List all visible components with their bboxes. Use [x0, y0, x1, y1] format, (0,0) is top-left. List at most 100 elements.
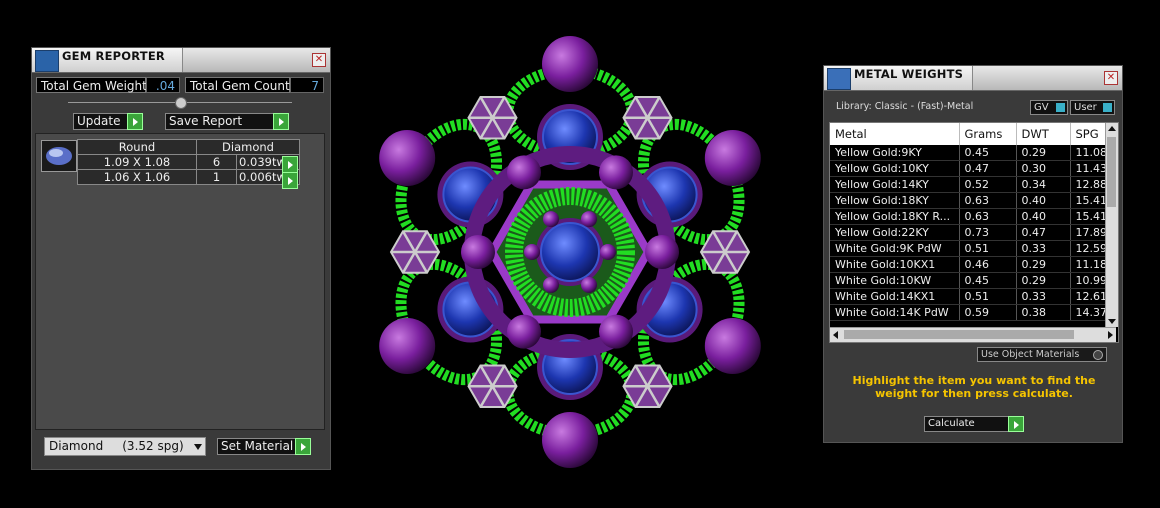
- table-row[interactable]: White Gold:14KX1 0.51 0.33 12.61: [830, 288, 1116, 305]
- metal-name: White Gold:10KW: [830, 272, 960, 289]
- medium-bead: [507, 314, 541, 349]
- close-icon[interactable]: ✕: [1104, 71, 1118, 85]
- save-report-label: Save Report: [169, 114, 243, 128]
- use-object-materials-label: Use Object Materials: [981, 349, 1080, 360]
- gem-reporter-icon: [35, 50, 59, 72]
- grams-value: 0.52: [959, 176, 1017, 193]
- purple-bead: [704, 318, 761, 374]
- grams-column-header[interactable]: Grams: [959, 123, 1017, 145]
- jewelry-render: [379, 36, 761, 468]
- table-row[interactable]: Yellow Gold:14KY 0.52 0.34 12.88: [830, 176, 1116, 193]
- grams-value: 0.51: [959, 288, 1017, 305]
- chevron-down-icon: [194, 444, 202, 450]
- table-row[interactable]: White Gold:14K PdW 0.59 0.38 14.37: [830, 304, 1116, 321]
- table-row[interactable]: Yellow Gold:10KY 0.47 0.30 11.43: [830, 160, 1116, 177]
- metal-weights-titlebar[interactable]: METAL WEIGHTS ✕: [824, 66, 1122, 91]
- update-label: Update: [77, 114, 121, 128]
- small-bead: [524, 244, 540, 260]
- table-row[interactable]: 1.09 X 1.08 6 0.039tw: [77, 154, 300, 170]
- dwt-value: 0.29: [1016, 256, 1071, 273]
- gem-row-go-button[interactable]: [282, 156, 298, 173]
- play-icon: [295, 438, 311, 455]
- gem-count: 6: [195, 154, 238, 170]
- use-object-materials-toggle[interactable]: Use Object Materials: [977, 347, 1107, 362]
- metal-column-header[interactable]: Metal: [830, 123, 960, 145]
- purple-bead: [542, 36, 598, 92]
- dwt-value: 0.30: [1016, 160, 1071, 177]
- gem-thumbnail[interactable]: [41, 140, 77, 172]
- table-row[interactable]: White Gold:10KW 0.45 0.29 10.99: [830, 272, 1116, 289]
- toggle-indicator: [1056, 103, 1065, 112]
- chevron-left-icon[interactable]: [833, 331, 838, 339]
- metal-name: Yellow Gold:18KY R...: [830, 208, 960, 225]
- gem-weight: 0.006tw: [239, 170, 286, 184]
- center-gem: [540, 222, 600, 282]
- small-bead: [581, 276, 597, 293]
- metal-name: Yellow Gold:9KY: [830, 145, 960, 161]
- dwt-value: 0.33: [1016, 288, 1071, 305]
- vertical-scrollbar[interactable]: [1105, 123, 1118, 327]
- dwt-value: 0.47: [1016, 224, 1071, 241]
- table-row[interactable]: Yellow Gold:18KY R... 0.63 0.40 15.41: [830, 208, 1116, 225]
- total-gem-count-value: 7: [290, 77, 324, 93]
- play-icon: [273, 113, 289, 130]
- set-material-label: Set Material: [221, 439, 294, 453]
- gem-row-go-button[interactable]: [282, 172, 298, 189]
- gem-size: 1.06 X 1.06: [77, 169, 197, 185]
- purple-bead: [704, 130, 761, 186]
- calculate-button[interactable]: Calculate: [924, 416, 1024, 432]
- gv-toggle[interactable]: GV: [1030, 100, 1068, 115]
- dwt-value: 0.33: [1016, 240, 1071, 257]
- jewelry-ring: [379, 36, 761, 468]
- medium-bead: [599, 314, 633, 349]
- total-gem-weight-label: Total Gem Weight: [36, 77, 147, 93]
- dwt-value: 0.40: [1016, 208, 1071, 225]
- chevron-down-icon[interactable]: [1108, 319, 1116, 324]
- metal-name: Yellow Gold:18KY: [830, 192, 960, 209]
- chevron-up-icon[interactable]: [1108, 126, 1116, 131]
- grams-value: 0.51: [959, 240, 1017, 257]
- material-select[interactable]: Diamond (3.52 spg): [44, 437, 206, 456]
- horizontal-scrollbar[interactable]: [830, 327, 1116, 342]
- medium-bead: [461, 235, 495, 269]
- grams-value: 0.63: [959, 192, 1017, 209]
- table-row[interactable]: 1.06 X 1.06 1 0.006tw: [77, 169, 300, 185]
- scrollbar-thumb[interactable]: [844, 330, 1074, 339]
- table-row[interactable]: Yellow Gold:22KY 0.73 0.47 17.89: [830, 224, 1116, 241]
- gem-reporter-panel: GEM REPORTER ✕ Total Gem Weight .04 Tota…: [31, 47, 331, 470]
- table-row[interactable]: Yellow Gold:9KY 0.45 0.29 11.08: [830, 145, 1116, 161]
- table-row[interactable]: White Gold:9K PdW 0.51 0.33 12.59: [830, 240, 1116, 257]
- medium-bead: [599, 155, 633, 190]
- small-bead: [543, 211, 559, 228]
- gem-reporter-titlebar[interactable]: GEM REPORTER ✕: [32, 48, 330, 73]
- dwt-column-header[interactable]: DWT: [1016, 123, 1071, 145]
- chevron-right-icon[interactable]: [1108, 331, 1113, 339]
- purple-bead: [379, 318, 436, 374]
- material-select-value: Diamond (3.52 spg): [49, 439, 184, 453]
- metal-weights-panel: METAL WEIGHTS ✕ Library: Classic - (Fast…: [823, 65, 1123, 443]
- medium-bead: [507, 155, 541, 190]
- user-label: User: [1074, 102, 1097, 113]
- table-row[interactable]: Yellow Gold:18KY 0.63 0.40 15.41: [830, 192, 1116, 209]
- dwt-value: 0.40: [1016, 192, 1071, 209]
- dwt-value: 0.29: [1016, 145, 1071, 161]
- scrollbar-thumb[interactable]: [1107, 137, 1116, 207]
- table-row[interactable]: White Gold:10KX1 0.46 0.29 11.18: [830, 256, 1116, 273]
- instruction-text: Highlight the item you want to find the …: [852, 374, 1096, 400]
- close-icon[interactable]: ✕: [312, 53, 326, 67]
- total-gem-count-label: Total Gem Count: [185, 77, 290, 93]
- user-toggle[interactable]: User: [1070, 100, 1115, 115]
- save-report-button[interactable]: Save Report: [165, 113, 289, 130]
- metal-name: White Gold:9K PdW: [830, 240, 960, 257]
- grams-value: 0.45: [959, 145, 1017, 161]
- metal-name: White Gold:10KX1: [830, 256, 960, 273]
- small-bead: [600, 244, 616, 260]
- update-button[interactable]: Update: [73, 113, 143, 130]
- toggle-indicator: [1103, 103, 1112, 112]
- radio-icon: [1093, 350, 1103, 360]
- gem-shape-header: Round: [77, 139, 197, 155]
- slider-handle[interactable]: [175, 97, 187, 109]
- set-material-button[interactable]: Set Material: [217, 438, 311, 455]
- grams-value: 0.47: [959, 160, 1017, 177]
- dwt-value: 0.38: [1016, 304, 1071, 321]
